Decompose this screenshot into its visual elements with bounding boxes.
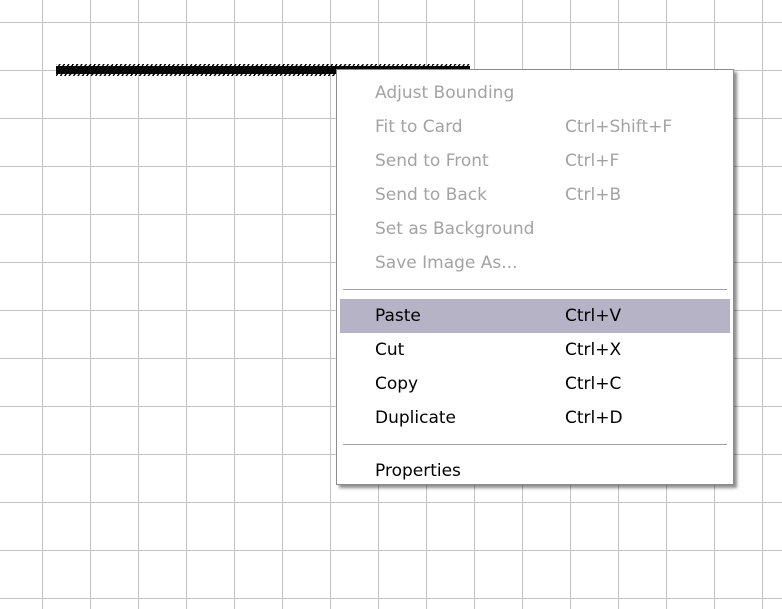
menu-item-shortcut: Ctrl+B: [565, 185, 622, 205]
menu-item-shortcut: Ctrl+C: [565, 374, 622, 394]
menu-item-shortcut: Ctrl+Shift+F: [565, 117, 673, 137]
menu-item-label: Cut: [375, 340, 405, 360]
menu-item-shortcut: Ctrl+X: [565, 340, 622, 360]
menu-item-label: Send to Back: [375, 185, 487, 205]
menu-item-shortcut: Ctrl+D: [565, 408, 623, 428]
menu-item-set-as-background[interactable]: Set as Background: [340, 212, 730, 246]
menu-separator: [343, 289, 727, 290]
menu-item-copy[interactable]: Copy Ctrl+C: [340, 367, 730, 401]
menu-item-shortcut: Ctrl+V: [565, 306, 622, 326]
menu-item-label: Save Image As...: [375, 253, 518, 273]
menu-item-send-to-front[interactable]: Send to Front Ctrl+F: [340, 144, 730, 178]
menu-item-properties[interactable]: Properties: [340, 454, 730, 488]
menu-item-shortcut: Ctrl+F: [565, 151, 620, 171]
menu-item-send-to-back[interactable]: Send to Back Ctrl+B: [340, 178, 730, 212]
menu-item-save-image-as[interactable]: Save Image As...: [340, 246, 730, 280]
menu-item-label: Properties: [375, 461, 461, 481]
menu-item-label: Paste: [375, 306, 421, 326]
menu-item-label: Fit to Card: [375, 117, 463, 137]
menu-item-label: Duplicate: [375, 408, 456, 428]
menu-item-label: Copy: [375, 374, 419, 394]
menu-item-label: Send to Front: [375, 151, 489, 171]
menu-item-adjust-bounding[interactable]: Adjust Bounding: [340, 76, 730, 110]
menu-item-paste[interactable]: Paste Ctrl+V: [340, 299, 730, 333]
menu-item-label: Set as Background: [375, 219, 535, 239]
menu-item-duplicate[interactable]: Duplicate Ctrl+D: [340, 401, 730, 435]
context-menu: Adjust Bounding Fit to Card Ctrl+Shift+F…: [336, 69, 734, 485]
menu-item-cut[interactable]: Cut Ctrl+X: [340, 333, 730, 367]
menu-separator: [343, 444, 727, 445]
menu-item-label: Adjust Bounding: [375, 83, 515, 103]
menu-item-fit-to-card[interactable]: Fit to Card Ctrl+Shift+F: [340, 110, 730, 144]
